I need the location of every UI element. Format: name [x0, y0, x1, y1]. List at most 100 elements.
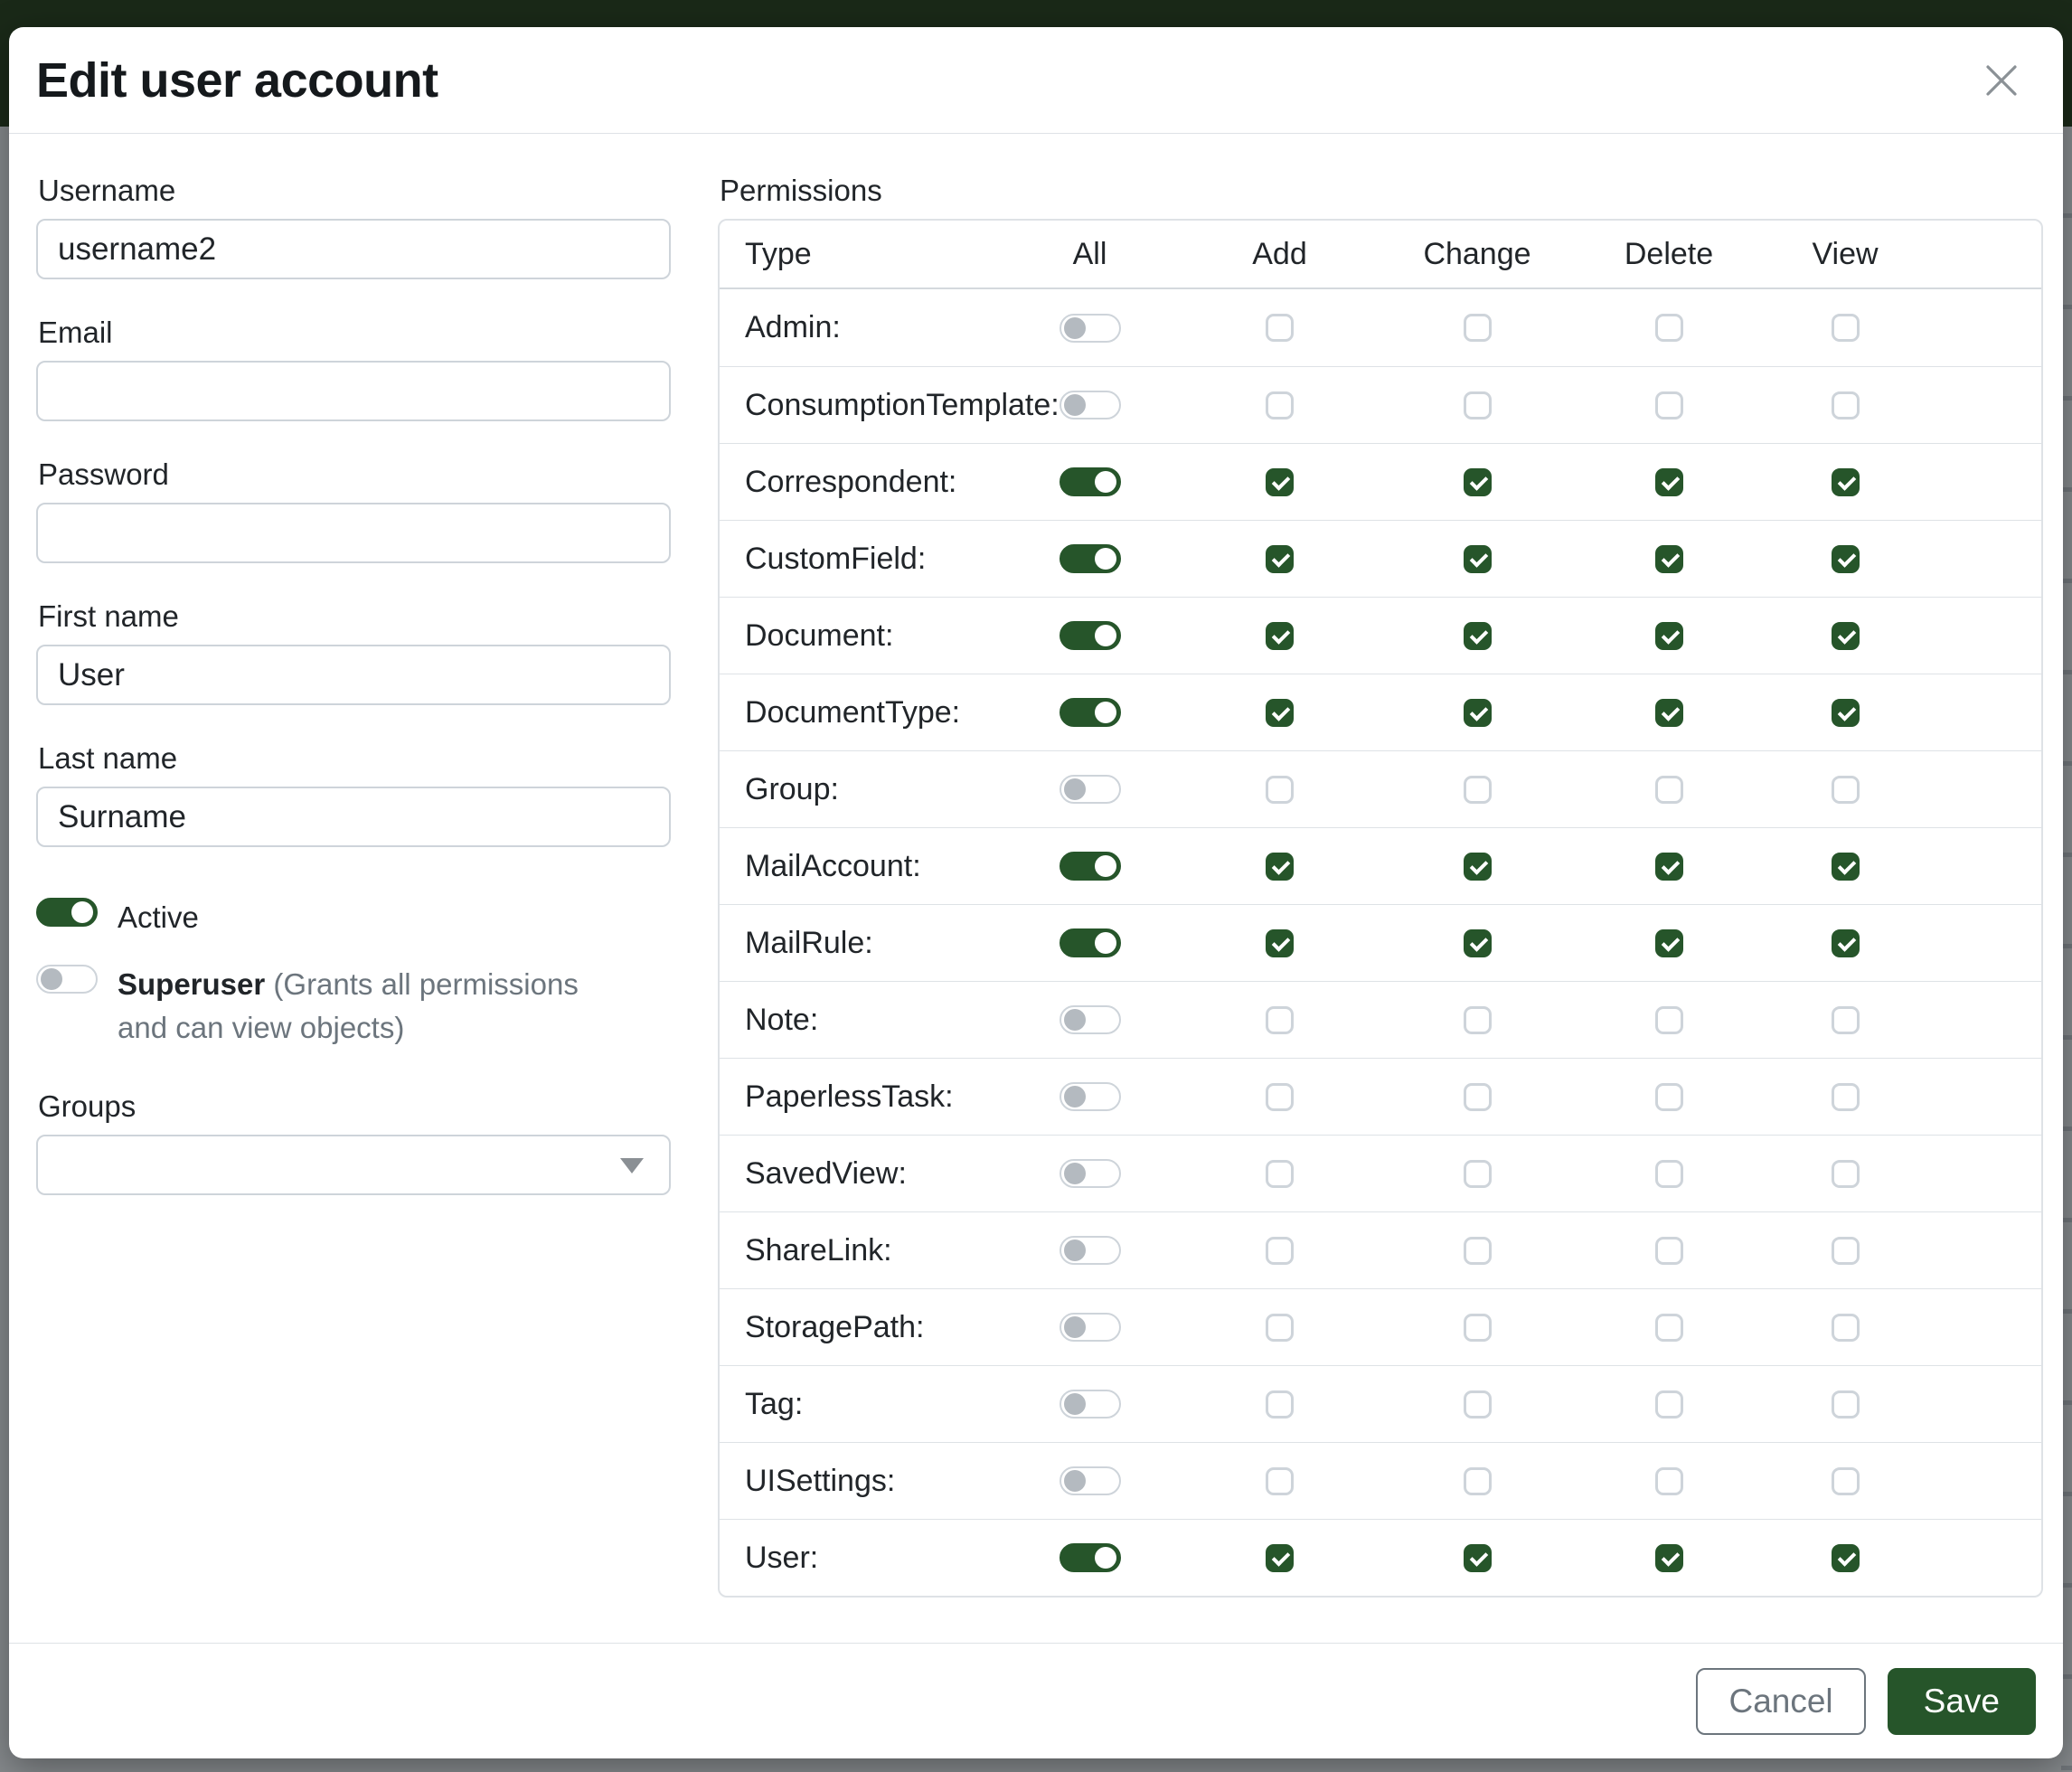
consumptiontemplate-all-toggle[interactable] [1060, 391, 1121, 419]
group-change-checkbox[interactable] [1464, 776, 1492, 804]
mailaccount-add-checkbox[interactable] [1266, 853, 1294, 881]
uisettings-all-toggle[interactable] [1060, 1466, 1121, 1495]
mailrule-view-checkbox[interactable] [1832, 929, 1860, 957]
sharelink-view-checkbox[interactable] [1832, 1237, 1860, 1265]
mailaccount-delete-checkbox[interactable] [1655, 853, 1683, 881]
paperlesstask-delete-checkbox[interactable] [1655, 1083, 1683, 1111]
sharelink-change-checkbox[interactable] [1464, 1237, 1492, 1265]
documenttype-change-checkbox[interactable] [1464, 699, 1492, 727]
group-add-checkbox[interactable] [1266, 776, 1294, 804]
group-delete-checkbox[interactable] [1655, 776, 1683, 804]
savedview-add-checkbox[interactable] [1266, 1160, 1294, 1188]
correspondent-add-checkbox[interactable] [1266, 468, 1294, 496]
tag-view-checkbox[interactable] [1832, 1390, 1860, 1419]
save-button[interactable]: Save [1888, 1668, 2036, 1735]
consumptiontemplate-delete-checkbox[interactable] [1655, 391, 1683, 419]
user-change-checkbox[interactable] [1464, 1544, 1492, 1572]
note-change-checkbox[interactable] [1464, 1006, 1492, 1034]
tag-add-checkbox[interactable] [1266, 1390, 1294, 1419]
correspondent-change-checkbox[interactable] [1464, 468, 1492, 496]
storagepath-change-checkbox[interactable] [1464, 1314, 1492, 1342]
tag-all-toggle[interactable] [1060, 1390, 1121, 1419]
sharelink-delete-checkbox[interactable] [1655, 1237, 1683, 1265]
last-name-label: Last name [38, 741, 671, 776]
user-add-checkbox[interactable] [1266, 1544, 1294, 1572]
note-delete-checkbox[interactable] [1655, 1006, 1683, 1034]
uisettings-delete-checkbox[interactable] [1655, 1467, 1683, 1495]
document-all-toggle[interactable] [1060, 621, 1121, 650]
last-name-field[interactable] [36, 787, 671, 847]
uisettings-view-checkbox[interactable] [1832, 1467, 1860, 1495]
paperlesstask-change-checkbox[interactable] [1464, 1083, 1492, 1111]
mailrule-delete-checkbox[interactable] [1655, 929, 1683, 957]
mailaccount-change-checkbox[interactable] [1464, 853, 1492, 881]
document-add-checkbox[interactable] [1266, 622, 1294, 650]
uisettings-add-checkbox[interactable] [1266, 1467, 1294, 1495]
document-delete-checkbox[interactable] [1655, 622, 1683, 650]
customfield-view-checkbox[interactable] [1832, 545, 1860, 573]
uisettings-change-checkbox[interactable] [1464, 1467, 1492, 1495]
savedview-delete-checkbox[interactable] [1655, 1160, 1683, 1188]
email-field[interactable] [36, 361, 671, 421]
documenttype-all-toggle[interactable] [1060, 698, 1121, 727]
user-all-toggle[interactable] [1060, 1543, 1121, 1572]
customfield-all-toggle[interactable] [1060, 544, 1121, 573]
customfield-add-checkbox[interactable] [1266, 545, 1294, 573]
correspondent-all-toggle[interactable] [1060, 467, 1121, 496]
customfield-delete-checkbox[interactable] [1655, 545, 1683, 573]
savedview-change-checkbox[interactable] [1464, 1160, 1492, 1188]
correspondent-view-checkbox[interactable] [1832, 468, 1860, 496]
note-add-checkbox[interactable] [1266, 1006, 1294, 1034]
consumptiontemplate-add-checkbox[interactable] [1266, 391, 1294, 419]
consumptiontemplate-change-checkbox[interactable] [1464, 391, 1492, 419]
active-toggle[interactable] [36, 898, 98, 927]
permission-row-user: User: [720, 1519, 2041, 1596]
mailrule-change-checkbox[interactable] [1464, 929, 1492, 957]
consumptiontemplate-view-checkbox[interactable] [1832, 391, 1860, 419]
tag-delete-checkbox[interactable] [1655, 1390, 1683, 1419]
admin-change-checkbox[interactable] [1464, 314, 1492, 342]
savedview-all-toggle[interactable] [1060, 1159, 1121, 1188]
admin-all-toggle[interactable] [1060, 314, 1121, 343]
active-label: Active [118, 900, 199, 934]
storagepath-view-checkbox[interactable] [1832, 1314, 1860, 1342]
admin-add-checkbox[interactable] [1266, 314, 1294, 342]
savedview-view-checkbox[interactable] [1832, 1160, 1860, 1188]
close-icon[interactable] [1976, 55, 2027, 106]
customfield-change-checkbox[interactable] [1464, 545, 1492, 573]
group-view-checkbox[interactable] [1832, 776, 1860, 804]
paperlesstask-view-checkbox[interactable] [1832, 1083, 1860, 1111]
documenttype-view-checkbox[interactable] [1832, 699, 1860, 727]
storagepath-delete-checkbox[interactable] [1655, 1314, 1683, 1342]
groups-select[interactable] [36, 1135, 671, 1195]
username-input[interactable] [36, 219, 671, 279]
mailrule-add-checkbox[interactable] [1266, 929, 1294, 957]
admin-view-checkbox[interactable] [1832, 314, 1860, 342]
mailaccount-view-checkbox[interactable] [1832, 853, 1860, 881]
password-field[interactable] [36, 503, 671, 563]
correspondent-delete-checkbox[interactable] [1655, 468, 1683, 496]
sharelink-all-toggle[interactable] [1060, 1236, 1121, 1265]
group-all-toggle[interactable] [1060, 775, 1121, 804]
toggle-knob [1064, 1393, 1086, 1415]
documenttype-add-checkbox[interactable] [1266, 699, 1294, 727]
storagepath-add-checkbox[interactable] [1266, 1314, 1294, 1342]
cancel-button[interactable]: Cancel [1696, 1668, 1865, 1735]
note-all-toggle[interactable] [1060, 1005, 1121, 1034]
user-delete-checkbox[interactable] [1655, 1544, 1683, 1572]
documenttype-delete-checkbox[interactable] [1655, 699, 1683, 727]
mailaccount-all-toggle[interactable] [1060, 852, 1121, 881]
document-change-checkbox[interactable] [1464, 622, 1492, 650]
admin-delete-checkbox[interactable] [1655, 314, 1683, 342]
user-view-checkbox[interactable] [1832, 1544, 1860, 1572]
paperlesstask-add-checkbox[interactable] [1266, 1083, 1294, 1111]
storagepath-all-toggle[interactable] [1060, 1313, 1121, 1342]
superuser-toggle[interactable] [36, 965, 98, 994]
tag-change-checkbox[interactable] [1464, 1390, 1492, 1419]
mailrule-all-toggle[interactable] [1060, 928, 1121, 957]
first-name-field[interactable] [36, 645, 671, 705]
document-view-checkbox[interactable] [1832, 622, 1860, 650]
paperlesstask-all-toggle[interactable] [1060, 1082, 1121, 1111]
sharelink-add-checkbox[interactable] [1266, 1237, 1294, 1265]
note-view-checkbox[interactable] [1832, 1006, 1860, 1034]
